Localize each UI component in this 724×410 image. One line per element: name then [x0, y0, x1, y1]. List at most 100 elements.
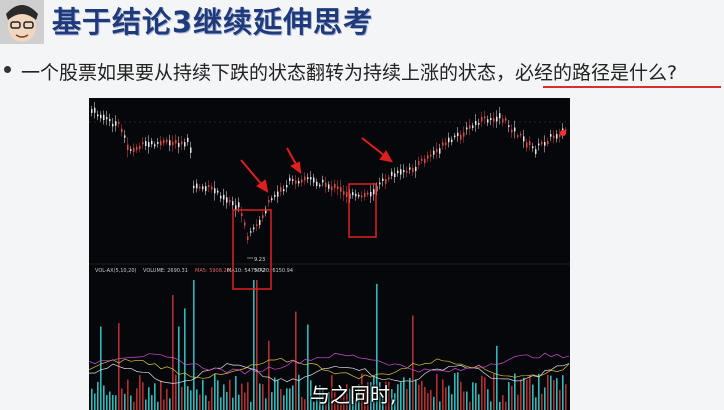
candle-body: [304, 176, 306, 181]
volume-bar: [490, 401, 492, 410]
candle-body: [352, 192, 354, 196]
highlight-underline: [543, 86, 721, 88]
candle-body: [148, 142, 150, 147]
candle-body: [565, 129, 567, 132]
volume-bar: [439, 401, 441, 410]
presenter-avatar-icon: [0, 0, 44, 44]
candle-body: [241, 213, 243, 217]
candle-body: [499, 113, 501, 119]
volume-bar: [238, 394, 240, 410]
candle-body: [544, 141, 546, 146]
volume-bar: [94, 393, 96, 410]
volume-bar: [127, 379, 129, 410]
candle-body: [274, 195, 276, 197]
volume-bar: [100, 326, 102, 410]
volume-bar: [139, 375, 141, 410]
candle-body: [244, 222, 246, 226]
volume-bar: [484, 377, 486, 410]
candle-body: [121, 128, 123, 133]
candle-body: [409, 167, 411, 170]
volume-bar: [547, 374, 549, 410]
volume-bar: [526, 379, 528, 410]
candle-body: [424, 158, 426, 164]
volume-bar: [433, 396, 435, 410]
candle-body: [505, 118, 507, 121]
candle-body: [226, 197, 228, 203]
candle-body: [337, 186, 339, 190]
candle-body: [142, 142, 144, 145]
volume-bar: [205, 395, 207, 410]
candle-body: [550, 134, 552, 137]
candle-body: [133, 147, 135, 153]
candle-body: [196, 183, 198, 189]
candle-body: [439, 148, 441, 154]
volume-bar: [289, 388, 291, 410]
volume-bar: [466, 391, 468, 410]
candle-body: [529, 141, 531, 146]
candle-body: [457, 132, 459, 137]
candle-body: [388, 177, 390, 180]
candle-body: [475, 120, 477, 125]
candle-body: [289, 177, 291, 181]
candle-body: [334, 183, 336, 189]
volume-bar: [553, 380, 555, 410]
candle-body: [448, 137, 450, 143]
candle-body: [127, 144, 129, 151]
candle-body: [193, 185, 195, 189]
candle-body: [370, 191, 372, 197]
candle-body: [172, 141, 174, 146]
candle-body: [268, 200, 270, 203]
candle-body: [487, 119, 489, 123]
candle-body: [469, 125, 471, 129]
candle-body: [178, 142, 180, 148]
candle-body: [373, 189, 375, 195]
current-price-dot: [560, 130, 566, 136]
volume-bar: [97, 381, 99, 410]
candle-body: [271, 198, 273, 201]
volume-bar: [532, 384, 534, 410]
candle-body: [247, 236, 249, 241]
volume-bar: [406, 389, 408, 410]
candle-body: [307, 177, 309, 180]
candle-body: [343, 191, 345, 195]
candle-body: [259, 219, 261, 225]
candle-body: [106, 117, 108, 120]
candle-body: [331, 186, 333, 191]
candle-body: [346, 192, 348, 198]
volume-bar: [223, 384, 225, 410]
volume-bar: [535, 397, 537, 410]
volume-bar: [274, 377, 276, 410]
volume-bar: [154, 383, 156, 410]
indicator-name: VOL-AX(5,10,20): [95, 268, 137, 274]
volume-bar: [448, 385, 450, 410]
candle-body: [547, 140, 549, 145]
candle-body: [250, 231, 252, 233]
volume-bar: [109, 391, 111, 410]
volume-bar: [445, 387, 447, 410]
candle-body: [109, 118, 111, 122]
volume-bar: [250, 401, 252, 410]
arrow-1: [240, 159, 264, 187]
candle-body: [400, 169, 402, 175]
candle-body: [157, 141, 159, 144]
volume-bar: [208, 401, 210, 410]
volume-bar: [457, 372, 459, 410]
price-candles: [91, 101, 567, 244]
volume-bar: [415, 379, 417, 410]
candle-body: [358, 194, 360, 197]
candle-body: [205, 186, 207, 192]
volume-bar: [475, 383, 477, 410]
candle-body: [379, 182, 381, 185]
candle-body: [118, 122, 120, 124]
candle-body: [253, 227, 255, 230]
candle-body: [160, 140, 162, 146]
volume-bar: [469, 401, 471, 410]
volume-bar: [157, 401, 159, 410]
volume-bar: [514, 373, 516, 410]
volume-bar: [487, 389, 489, 410]
candle-body: [472, 125, 474, 128]
volume-bar: [190, 390, 192, 410]
candle-body: [541, 142, 543, 145]
candle-body: [283, 189, 285, 192]
candle-body: [112, 123, 114, 127]
